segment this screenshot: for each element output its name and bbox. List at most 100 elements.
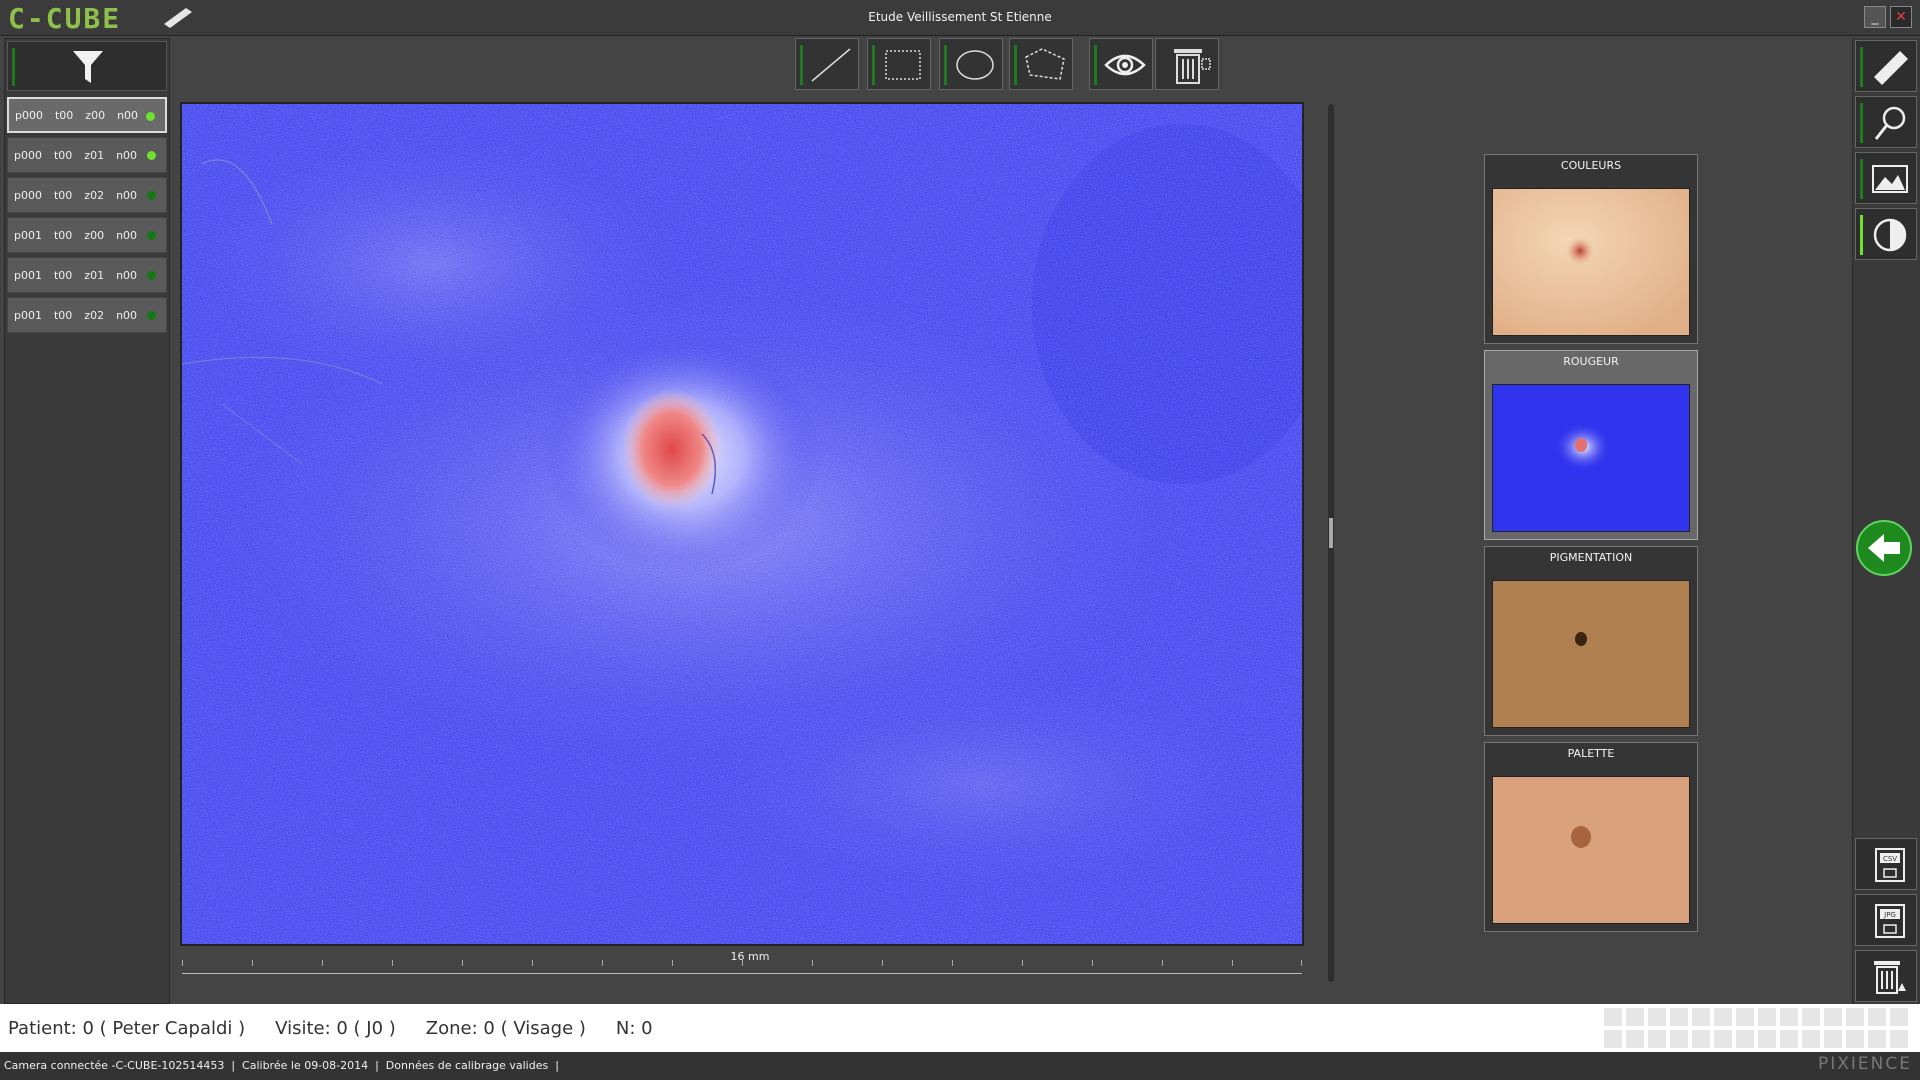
back-button[interactable] (1856, 520, 1912, 576)
indicator-bar (1860, 215, 1863, 255)
list-item[interactable]: p000 t00 z01 n00 (7, 137, 167, 173)
indicator-bar (1860, 47, 1863, 87)
thumbnail-pigmentation[interactable]: PIGMENTATION (1484, 546, 1698, 736)
list-item[interactable]: p001 t00 z01 n00 (7, 257, 167, 293)
image-icon (1872, 165, 1908, 193)
n-info: N: 0 (615, 1018, 653, 1039)
patient-code: p000 (14, 188, 42, 202)
time-code: t00 (53, 228, 73, 242)
zone-code: z02 (84, 188, 105, 202)
delete-images-button[interactable] (1855, 950, 1917, 1002)
number-code: n00 (116, 148, 138, 162)
status-dot (147, 151, 156, 160)
thumbnail-image (1492, 384, 1690, 532)
minimize-button[interactable]: _ (1864, 6, 1886, 28)
eye-icon (1104, 54, 1146, 76)
zone-code: z02 (84, 308, 105, 322)
window-title: Etude Veillissement St Etienne (868, 10, 1052, 24)
indicator-bar (12, 48, 15, 86)
ruler-icon (1874, 51, 1908, 85)
back-arrow-icon (1868, 534, 1900, 562)
number-code: n00 (116, 268, 138, 282)
splitter-grip[interactable] (1329, 518, 1333, 548)
rougeur-image[interactable] (182, 104, 1302, 944)
status-dot (147, 231, 156, 240)
patient-code: p000 (14, 148, 42, 162)
jpg-export-icon: JPG (1875, 904, 1905, 938)
time-code: t00 (53, 188, 73, 202)
rectangle-tool-button[interactable] (867, 38, 931, 90)
ruler-button[interactable] (1855, 40, 1917, 92)
rectangle-tool-icon (885, 50, 921, 80)
zone-code: z00 (84, 228, 105, 242)
status-dot (147, 191, 156, 200)
thumbnail-label: PALETTE (1567, 747, 1615, 760)
time-code: t00 (53, 268, 73, 282)
list-item[interactable]: p001 t00 z02 n00 (7, 297, 167, 333)
rougeur-image-render (182, 104, 1302, 944)
filter-button[interactable] (7, 41, 167, 91)
patient-code: p001 (14, 268, 42, 282)
image-list-panel: p000 t00 z00 n00 p000 t00 z01 n00 p000 t… (4, 38, 170, 1004)
indicator-bar (1860, 159, 1863, 199)
export-jpg-button[interactable]: JPG (1855, 894, 1917, 946)
csv-export-icon: CSV (1875, 848, 1905, 882)
zone-info: Zone: 0 ( Visage ) (425, 1018, 586, 1039)
image-list: p000 t00 z00 n00 p000 t00 z01 n00 p000 t… (7, 97, 167, 337)
indicator-bar (1014, 45, 1017, 85)
zone-code: z01 (84, 268, 105, 282)
jpg-text: JPG (1883, 911, 1896, 919)
status-dot (147, 271, 156, 280)
app-window: C-CUBE Etude Veillissement St Etienne _ … (0, 0, 1920, 1080)
ellipse-tool-icon (956, 50, 994, 80)
indicator-bar (800, 45, 803, 85)
export-csv-button[interactable]: CSV (1855, 838, 1917, 890)
indicator-bar (1860, 103, 1863, 143)
close-button[interactable]: ✕ (1890, 6, 1912, 28)
magnifier-icon (1874, 106, 1906, 140)
trash-icon (1174, 49, 1211, 84)
csv-text: CSV (1883, 855, 1897, 863)
magnifier-button[interactable] (1855, 96, 1917, 148)
thumbnail-image (1492, 580, 1690, 728)
polygon-tool-icon (1025, 48, 1065, 80)
status-text: Camera connectée -C-CUBE-102514453 | Cal… (4, 1059, 559, 1072)
number-code: n00 (116, 228, 138, 242)
brand-logo: PIXIENCE (1818, 1054, 1912, 1074)
delete-annotation-button[interactable] (1155, 38, 1219, 90)
status-dot (146, 112, 155, 121)
scale-label: 16 mm (730, 950, 770, 963)
number-code: n00 (116, 188, 138, 202)
patient-code: p001 (14, 228, 42, 242)
session-info: Patient: 0 ( Peter Capaldi ) Visite: 0 (… (8, 1018, 653, 1039)
thumbnail-rougeur[interactable]: ROUGEUR (1484, 350, 1698, 540)
visit-info: Visite: 0 ( J0 ) (275, 1018, 396, 1039)
delete-images-icon (1874, 961, 1906, 994)
number-code: n00 (116, 308, 138, 322)
thumbnail-couleurs[interactable]: COULEURS (1484, 154, 1698, 344)
list-item[interactable]: p000 t00 z00 n00 (7, 97, 167, 133)
thumbnail-image (1492, 776, 1690, 924)
thumbnail-palette[interactable]: PALETTE (1484, 742, 1698, 932)
zone-code: z00 (85, 108, 106, 122)
patient-info: Patient: 0 ( Peter Capaldi ) (8, 1018, 246, 1039)
time-code: t00 (53, 148, 73, 162)
list-item[interactable]: p000 t00 z02 n00 (7, 177, 167, 213)
visibility-button[interactable] (1089, 38, 1153, 90)
time-code: t00 (54, 108, 74, 122)
decorative-grid (1604, 1008, 1908, 1048)
thumbnail-label: PIGMENTATION (1549, 551, 1633, 564)
polygon-tool-button[interactable] (1009, 38, 1073, 90)
thumbnail-label: COULEURS (1560, 159, 1622, 172)
indicator-bar (872, 45, 875, 85)
contrast-button[interactable] (1855, 208, 1917, 260)
time-code: t00 (53, 308, 73, 322)
image-view-button[interactable] (1855, 152, 1917, 204)
indicator-bar (944, 45, 947, 85)
ellipse-tool-button[interactable] (939, 38, 1003, 90)
list-item[interactable]: p001 t00 z00 n00 (7, 217, 167, 253)
patient-code: p001 (14, 308, 42, 322)
status-dot (147, 311, 156, 320)
line-tool-icon (811, 48, 851, 82)
line-tool-button[interactable] (795, 38, 859, 90)
